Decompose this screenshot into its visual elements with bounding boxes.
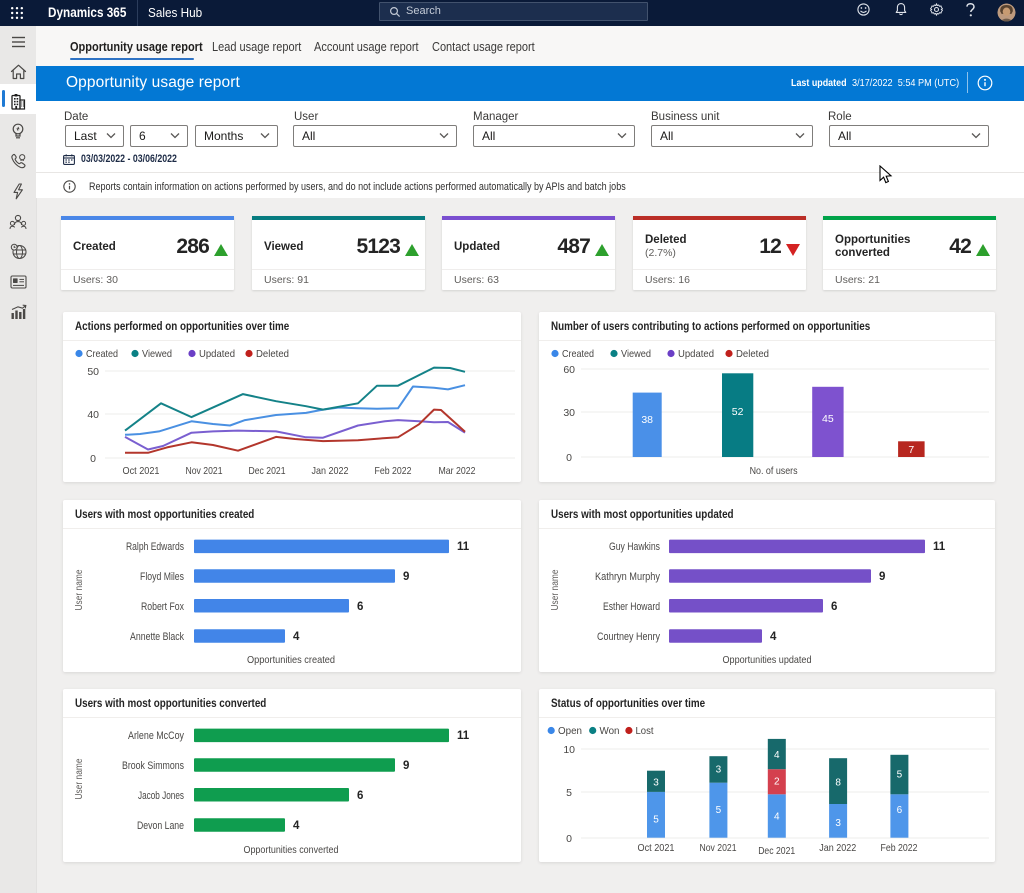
svg-text:Lost: Lost [636,725,654,737]
svg-text:11: 11 [457,541,470,553]
svg-text:4: 4 [293,820,300,832]
svg-text:4: 4 [293,631,300,643]
svg-text:5: 5 [566,787,572,799]
svg-text:Deleted: Deleted [736,348,769,360]
svg-text:Jan 2022: Jan 2022 [312,465,349,477]
svg-text:Updated: Updated [678,348,714,360]
svg-text:2: 2 [774,776,780,787]
svg-text:Esther Howard: Esther Howard [603,601,660,613]
svg-text:No. of users: No. of users [750,465,798,477]
svg-text:9: 9 [403,571,409,583]
svg-text:11: 11 [933,541,946,553]
svg-text:3: 3 [653,777,659,788]
svg-text:6: 6 [897,805,903,816]
svg-text:Ralph Edwards: Ralph Edwards [126,541,184,553]
svg-text:4: 4 [774,750,780,761]
svg-text:Guy Hawkins: Guy Hawkins [609,541,660,553]
svg-text:9: 9 [879,571,885,583]
svg-text:52: 52 [732,406,744,418]
svg-text:60: 60 [563,364,575,376]
svg-text:Oct 2021: Oct 2021 [123,465,160,477]
svg-text:50: 50 [87,366,99,378]
svg-text:Viewed: Viewed [142,348,172,360]
svg-text:Annette Black: Annette Black [130,631,184,643]
svg-text:Deleted: Deleted [256,348,289,360]
svg-text:Opportunities created: Opportunities created [247,654,335,666]
svg-text:45: 45 [822,413,834,425]
svg-text:5: 5 [653,814,659,825]
svg-text:Dec 2021: Dec 2021 [249,465,286,477]
svg-text:User name: User name [74,758,85,799]
svg-text:Robert Fox: Robert Fox [141,601,184,613]
svg-text:Nov 2021: Nov 2021 [700,842,737,854]
svg-text:Devon Lane: Devon Lane [137,820,184,832]
svg-text:Feb 2022: Feb 2022 [881,842,918,854]
svg-text:Dec 2021: Dec 2021 [758,845,795,857]
svg-text:6: 6 [357,601,363,613]
svg-text:Jan 2022: Jan 2022 [819,842,856,854]
svg-text:10: 10 [563,744,575,756]
svg-text:Floyd Miles: Floyd Miles [140,571,184,583]
svg-text:30: 30 [563,407,575,419]
svg-text:Jacob Jones: Jacob Jones [138,790,184,802]
svg-text:0: 0 [90,453,96,465]
svg-text:Mar 2022: Mar 2022 [439,465,476,477]
svg-text:6: 6 [831,601,837,613]
svg-text:4: 4 [774,812,780,823]
svg-text:38: 38 [641,414,653,426]
svg-text:3: 3 [716,765,722,776]
svg-text:9: 9 [403,760,409,772]
svg-text:User name: User name [550,569,561,610]
svg-text:0: 0 [566,833,572,845]
svg-text:Open: Open [558,725,582,737]
svg-text:User name: User name [74,569,85,610]
svg-text:8: 8 [835,778,841,789]
svg-text:Kathryn Murphy: Kathryn Murphy [595,571,660,583]
svg-text:Opportunities updated: Opportunities updated [723,654,812,666]
svg-text:Viewed: Viewed [621,348,651,360]
svg-text:6: 6 [357,790,363,802]
svg-text:Created: Created [86,348,118,360]
svg-text:3: 3 [835,818,841,829]
svg-text:40: 40 [87,409,99,421]
svg-text:0: 0 [566,452,572,464]
svg-text:11: 11 [457,730,470,742]
svg-text:5: 5 [897,770,903,781]
svg-text:5: 5 [716,805,722,816]
svg-text:Courtney Henry: Courtney Henry [597,631,660,643]
svg-text:Opportunities converted: Opportunities converted [244,844,339,856]
svg-text:Created: Created [562,348,594,360]
svg-text:4: 4 [770,631,777,643]
svg-text:Feb 2022: Feb 2022 [375,465,412,477]
svg-text:Brook Simmons: Brook Simmons [122,760,184,772]
svg-text:Nov 2021: Nov 2021 [186,465,223,477]
svg-text:Won: Won [600,725,620,737]
svg-text:Arlene McCoy: Arlene McCoy [128,730,184,742]
svg-text:7: 7 [908,444,914,456]
svg-text:Updated: Updated [199,348,235,360]
svg-text:Oct 2021: Oct 2021 [638,842,675,854]
